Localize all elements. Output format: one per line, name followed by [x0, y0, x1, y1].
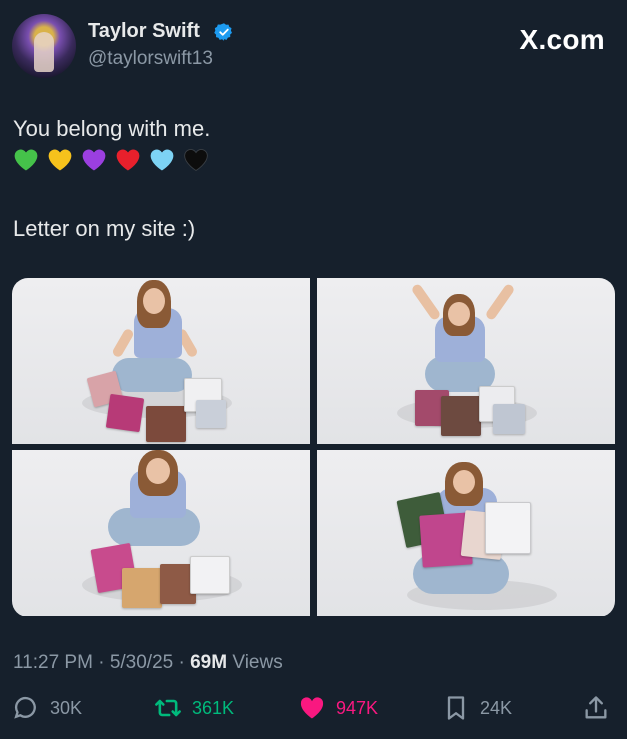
heart-icon	[300, 697, 324, 719]
bookmark-count: 24K	[480, 697, 513, 718]
photo-1[interactable]	[12, 278, 310, 444]
x-logo: X.com	[519, 24, 605, 55]
red-heart-icon	[116, 149, 140, 171]
yellow-heart-icon	[48, 149, 72, 171]
reply-button[interactable]: 30K	[12, 694, 82, 722]
tweet-date[interactable]: 5/30/25	[110, 652, 173, 673]
repost-count: 361K	[192, 697, 235, 718]
share-button[interactable]	[582, 694, 610, 722]
purple-heart-icon	[82, 149, 106, 171]
tweet-time[interactable]: 11:27 PM	[13, 652, 93, 673]
media-grid	[12, 278, 615, 617]
verified-badge-icon	[214, 23, 232, 41]
views-label: Views	[232, 652, 283, 673]
repost-button[interactable]: 361K	[154, 694, 234, 722]
repost-icon	[155, 699, 181, 717]
author-handle[interactable]: @taylorswift13	[88, 48, 213, 70]
like-count: 947K	[336, 697, 379, 718]
like-button[interactable]: 947K	[298, 694, 378, 722]
reply-count: 30K	[50, 697, 83, 718]
reply-icon	[14, 696, 36, 719]
avatar[interactable]	[12, 14, 76, 78]
photo-2[interactable]	[317, 278, 615, 444]
share-icon	[585, 696, 607, 719]
author-name[interactable]: Taylor Swift	[88, 20, 200, 43]
bookmark-icon	[447, 696, 465, 720]
views-count: 69M	[190, 652, 228, 673]
heart-emoji-row	[12, 146, 210, 174]
bookmark-button[interactable]: 24K	[442, 694, 512, 722]
green-heart-icon	[14, 149, 38, 171]
photo-3[interactable]	[12, 450, 310, 616]
tweet-text-line2: Letter on my site :)	[13, 216, 196, 241]
photo-4[interactable]	[317, 450, 615, 616]
tweet-meta: 11:27 PM · 5/30/25 · 69M Views	[13, 652, 283, 673]
action-bar: 30K 361K 947K 24K	[0, 694, 627, 730]
black-heart-icon	[184, 149, 208, 172]
light-blue-heart-icon	[150, 149, 174, 171]
tweet-text-line1: You belong with me.	[13, 116, 211, 141]
